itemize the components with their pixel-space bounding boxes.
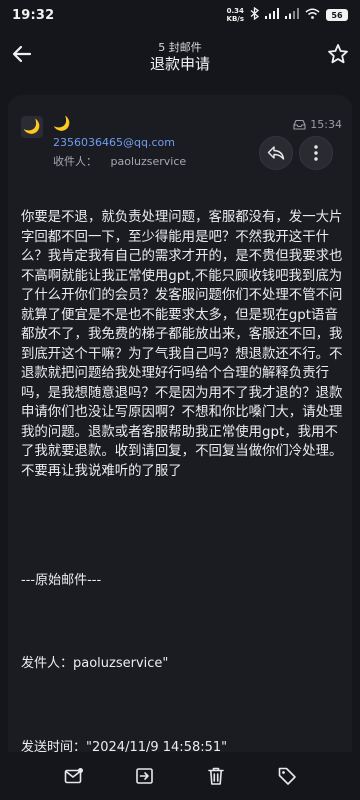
reply-button[interactable] bbox=[259, 136, 293, 170]
bottom-toolbar bbox=[0, 752, 360, 800]
app-header: 5 封邮件 退款申请 bbox=[0, 30, 360, 78]
delete-button[interactable] bbox=[205, 765, 227, 787]
signal-icon-2 bbox=[285, 8, 299, 22]
more-button[interactable] bbox=[299, 136, 333, 170]
sender-avatar: 🌙 bbox=[21, 116, 43, 138]
star-button[interactable] bbox=[326, 42, 350, 66]
wifi-icon bbox=[305, 8, 320, 22]
recipient-name[interactable]: paoluzservice bbox=[111, 155, 187, 168]
status-bar: 19:32 0.34 KB/s 56 bbox=[0, 0, 360, 30]
page-title: 退款申请 bbox=[149, 55, 210, 73]
email-body: 你要是不退，就负责处理问题，客服都没有，发一大片字回都不回一下，至少得能用是吧？… bbox=[21, 210, 343, 479]
net-speed-value: 0.34 bbox=[226, 7, 244, 15]
email-time: 15:34 bbox=[293, 118, 342, 131]
reply-icon bbox=[267, 146, 285, 160]
original-mail-header: ---原始邮件--- bbox=[21, 573, 102, 588]
tag-icon bbox=[278, 767, 296, 785]
email-time-text: 15:34 bbox=[310, 118, 342, 131]
move-button[interactable] bbox=[134, 765, 156, 787]
email-card: 🌙 🌙 2356036465@qq.com 收件人： paoluzservice… bbox=[8, 95, 352, 775]
signal-icon bbox=[265, 8, 279, 22]
mark-unread-button[interactable] bbox=[63, 765, 85, 787]
move-icon bbox=[135, 768, 153, 784]
original-from: 发件人：paoluzservice" bbox=[21, 656, 169, 671]
sender-email[interactable]: 2356036465@qq.com bbox=[53, 136, 175, 149]
mark-unread-icon bbox=[64, 768, 83, 784]
tag-button[interactable] bbox=[276, 765, 298, 787]
bluetooth-icon bbox=[250, 6, 260, 23]
status-icons: 0.34 KB/s 56 bbox=[227, 6, 348, 23]
net-speed: 0.34 KB/s bbox=[227, 7, 244, 23]
recipient-label: 收件人： bbox=[53, 155, 97, 168]
delete-icon bbox=[207, 767, 224, 785]
status-time: 19:32 bbox=[12, 7, 55, 23]
sender-name: 🌙 bbox=[53, 116, 71, 132]
net-speed-unit: KB/s bbox=[226, 15, 244, 23]
recipient-row: 收件人： paoluzservice bbox=[53, 153, 186, 169]
inbox-icon bbox=[293, 119, 306, 130]
battery-icon: 56 bbox=[326, 9, 348, 21]
more-vertical-icon bbox=[314, 145, 318, 161]
star-icon bbox=[328, 44, 348, 64]
